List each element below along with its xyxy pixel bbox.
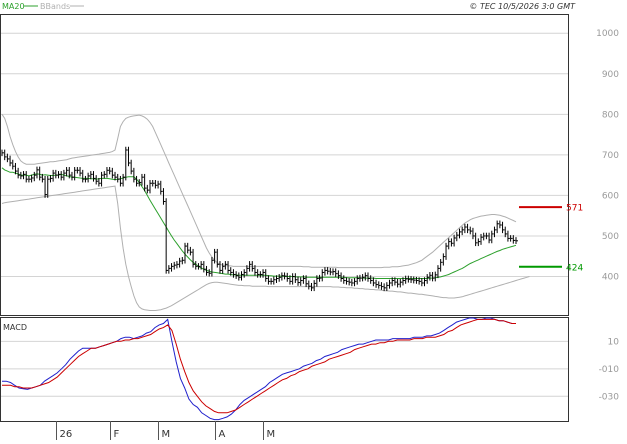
level-marker-label: 424 (566, 263, 583, 273)
price-y-tick-label: 800 (602, 110, 619, 120)
legend-ma20: MA20 (2, 2, 25, 11)
x-axis-label: A (219, 429, 226, 440)
x-axis-label: M (267, 429, 276, 440)
price-y-tick-label: 900 (602, 70, 619, 80)
date-x-axis: 26 F M A M (56, 421, 276, 440)
stock-chart: 400 500 600 700 800 900 1000 10 -010 -030 26 F M A M… (0, 0, 627, 440)
price-y-tick-label: 700 (602, 151, 619, 161)
price-panel-frame (0, 14, 569, 316)
x-axis-label: M (162, 429, 171, 440)
copyright-text: © TEC 10/5/2026 3:0 GMT (469, 2, 576, 11)
legend-bbands: BBands (40, 2, 70, 11)
price-y-tick-label: 600 (602, 191, 619, 201)
x-axis-label: 26 (60, 429, 73, 440)
macd-y-tick-label: -010 (599, 365, 620, 375)
macd-y-tick-label: 10 (608, 337, 620, 347)
price-y-tick-label: 1000 (596, 29, 619, 39)
price-y-tick-label: 500 (602, 232, 619, 242)
macd-panel-title: MACD (3, 323, 27, 332)
macd-panel-frame (0, 317, 569, 422)
price-y-axis: 400 500 600 700 800 900 1000 (596, 29, 619, 282)
x-axis-label: F (114, 429, 120, 440)
level-marker-label: 571 (566, 204, 583, 214)
macd-y-axis: 10 -010 -030 (599, 337, 620, 402)
macd-y-tick-label: -030 (599, 392, 620, 402)
price-y-tick-label: 400 (602, 272, 619, 282)
